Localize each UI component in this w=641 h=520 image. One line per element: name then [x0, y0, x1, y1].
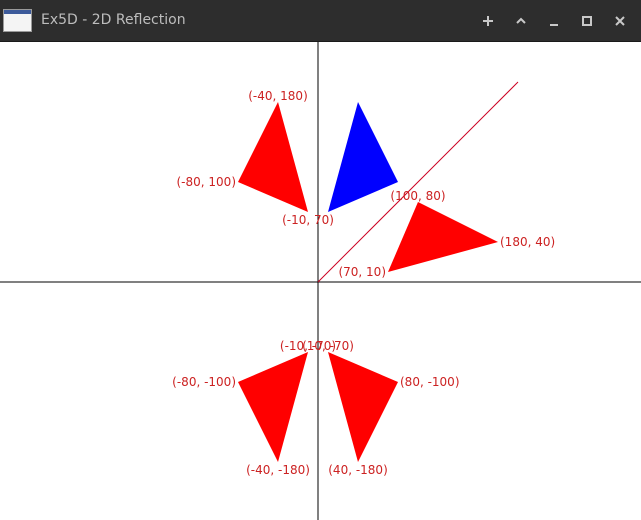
vertex-label: (-80, -100) — [172, 375, 236, 389]
original-triangle — [328, 102, 398, 212]
vertex-label: (-40, -180) — [246, 463, 310, 477]
pin-button[interactable] — [478, 11, 498, 31]
vertex-label: (100, 80) — [390, 189, 445, 203]
vertex-label: (10, -70) — [302, 339, 354, 353]
vertex-label: (80, -100) — [400, 375, 460, 389]
triangle-reflect-y-axis — [238, 102, 308, 212]
pin-icon — [483, 16, 493, 26]
drawing-canvas[interactable]: (-40, 180) (-80, 100) (-10, 70) (100, 80) (1… — [0, 42, 641, 520]
triangle-reflect-y-eq-x — [388, 202, 498, 272]
chevron-up-icon — [516, 17, 526, 24]
vertex-label: (-10, 70) — [282, 213, 334, 227]
vertex-label: (180, 40) — [500, 235, 555, 249]
vertex-label: (70, 10) — [338, 265, 386, 279]
minimize-icon — [550, 24, 558, 26]
close-icon — [615, 16, 625, 26]
maximize-button[interactable] — [577, 11, 597, 31]
vertex-label: (-40, 180) — [248, 89, 308, 103]
app-window: Ex5D - 2D Reflection (-40, 180) (-80, 10… — [0, 0, 641, 520]
triangle-reflect-x-axis — [328, 352, 398, 462]
minimize-button[interactable] — [544, 11, 564, 31]
app-icon — [3, 9, 32, 32]
vertex-label: (-80, 100) — [177, 175, 237, 189]
window-title: Ex5D - 2D Reflection — [41, 12, 186, 28]
shade-button[interactable] — [511, 11, 531, 31]
reflection-scene: (-40, 180) (-80, 100) (-10, 70) (100, 80) (1… — [0, 42, 641, 520]
title-bar[interactable]: Ex5D - 2D Reflection — [0, 0, 641, 42]
maximize-icon — [582, 16, 592, 26]
vertex-label: (40, -180) — [328, 463, 388, 477]
close-button[interactable] — [610, 11, 630, 31]
triangle-reflect-origin — [238, 352, 308, 462]
